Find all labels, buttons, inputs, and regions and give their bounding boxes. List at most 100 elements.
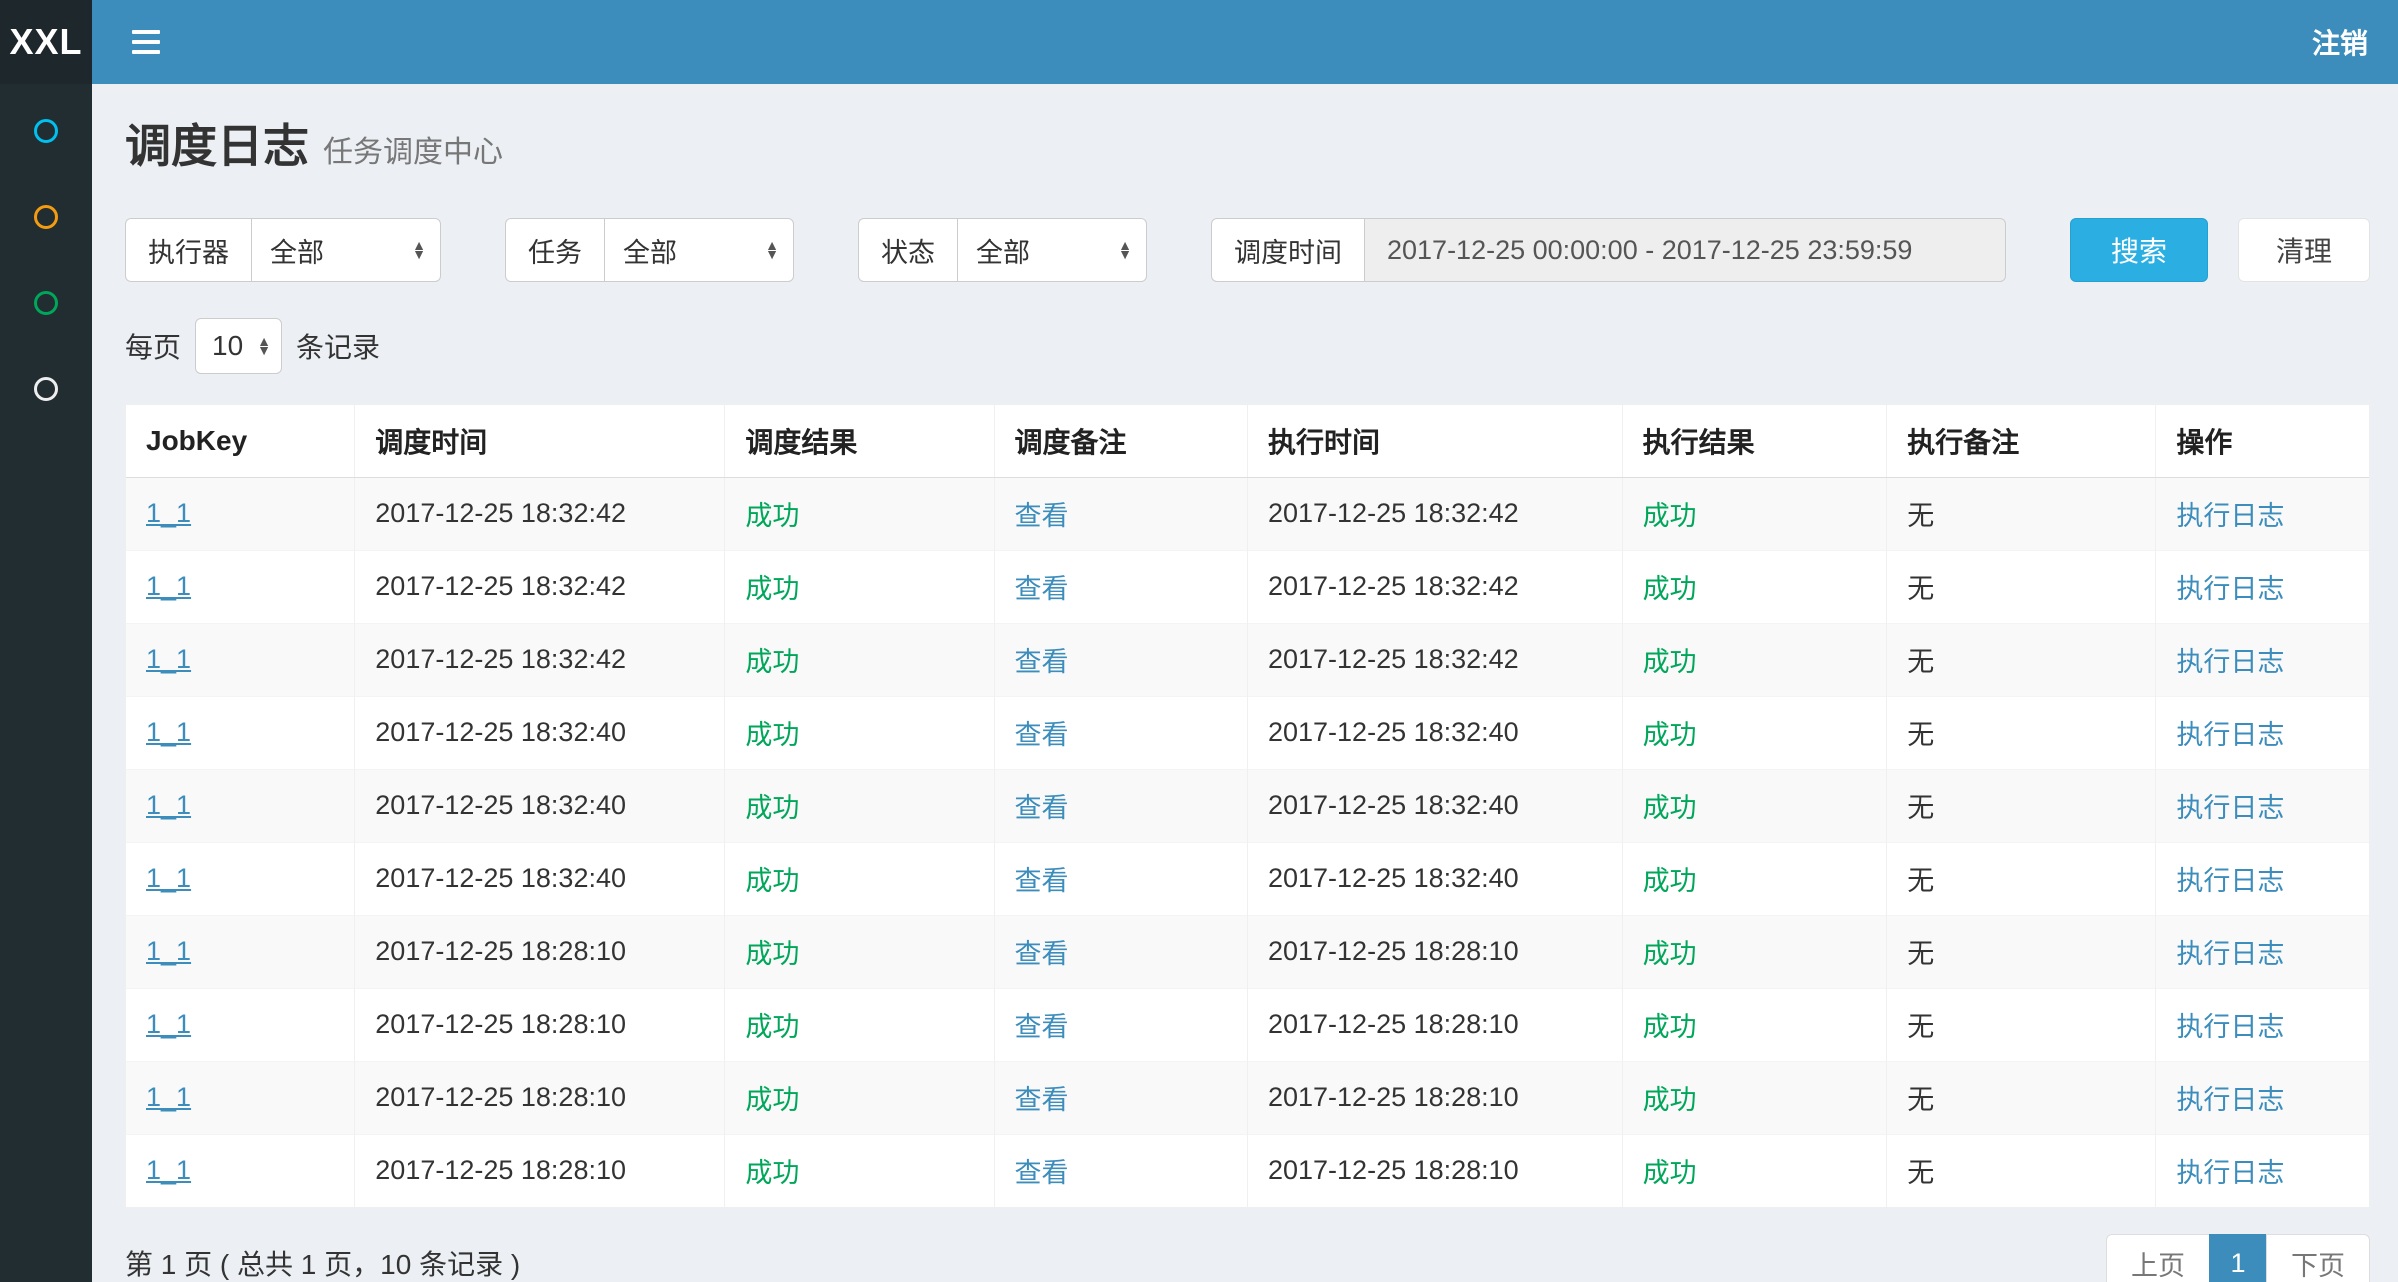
exec-time-cell: 2017-12-25 18:32:40 <box>1268 790 1519 820</box>
schedule-time-label: 调度时间 <box>1211 218 1364 282</box>
schedule-result-cell: 成功 <box>745 501 799 531</box>
sidebar <box>0 84 92 1282</box>
table-row: 1_12017-12-25 18:32:40成功查看2017-12-25 18:… <box>126 842 2369 915</box>
table-row: 1_12017-12-25 18:32:42成功查看2017-12-25 18:… <box>126 550 2369 623</box>
jobkey-link[interactable]: 1_1 <box>146 717 191 747</box>
filter-status: 状态 全部 ▲▼ <box>858 218 1147 282</box>
schedule-remark-link[interactable]: 查看 <box>1015 866 1069 896</box>
sidebar-item-executor-manage[interactable] <box>0 346 92 432</box>
schedule-time-cell: 2017-12-25 18:32:40 <box>375 717 626 747</box>
circle-outline-icon <box>34 377 58 401</box>
schedule-remark-link[interactable]: 查看 <box>1015 1085 1069 1115</box>
prev-page-button[interactable]: 上页 <box>2106 1234 2210 1282</box>
exec-log-link[interactable]: 执行日志 <box>2176 939 2284 969</box>
exec-time-cell: 2017-12-25 18:32:42 <box>1268 571 1519 601</box>
status-label: 状态 <box>858 218 957 282</box>
page-title: 调度日志任务调度中心 <box>125 110 2370 176</box>
schedule-time-range-input[interactable]: 2017-12-25 00:00:00 - 2017-12-25 23:59:5… <box>1364 218 2006 282</box>
schedule-time-cell: 2017-12-25 18:28:10 <box>375 1082 626 1112</box>
column-header: 执行备注 <box>1887 405 2156 477</box>
schedule-result-cell: 成功 <box>745 720 799 750</box>
column-header: 执行结果 <box>1622 405 1887 477</box>
pagination: 上页 1 下页 <box>2106 1234 2370 1282</box>
jobkey-link[interactable]: 1_1 <box>146 936 191 966</box>
page-subtitle: 任务调度中心 <box>323 136 503 169</box>
exec-time-cell: 2017-12-25 18:28:10 <box>1268 1009 1519 1039</box>
page-title-text: 调度日志 <box>125 120 309 172</box>
schedule-remark-link[interactable]: 查看 <box>1015 501 1069 531</box>
executor-select[interactable]: 全部 ▲▼ <box>251 218 441 282</box>
exec-result-cell: 成功 <box>1643 574 1697 604</box>
exec-log-link[interactable]: 执行日志 <box>2176 1085 2284 1115</box>
jobkey-link[interactable]: 1_1 <box>146 498 191 528</box>
exec-remark-cell: 无 <box>1907 501 1934 531</box>
schedule-time-cell: 2017-12-25 18:28:10 <box>375 936 626 966</box>
exec-result-cell: 成功 <box>1643 720 1697 750</box>
exec-log-link[interactable]: 执行日志 <box>2176 793 2284 823</box>
exec-result-cell: 成功 <box>1643 793 1697 823</box>
jobkey-link[interactable]: 1_1 <box>146 571 191 601</box>
exec-log-link[interactable]: 执行日志 <box>2176 1158 2284 1188</box>
exec-log-link[interactable]: 执行日志 <box>2176 574 2284 604</box>
table-row: 1_12017-12-25 18:32:42成功查看2017-12-25 18:… <box>126 477 2369 550</box>
exec-remark-cell: 无 <box>1907 720 1934 750</box>
schedule-remark-link[interactable]: 查看 <box>1015 1158 1069 1188</box>
jobkey-link[interactable]: 1_1 <box>146 644 191 674</box>
schedule-remark-link[interactable]: 查看 <box>1015 793 1069 823</box>
page-size-select[interactable]: 10 ▲▼ <box>195 318 282 374</box>
job-select[interactable]: 全部 ▲▼ <box>604 218 794 282</box>
jobkey-link[interactable]: 1_1 <box>146 1009 191 1039</box>
jobkey-link[interactable]: 1_1 <box>146 1082 191 1112</box>
app-logo[interactable]: XXL <box>0 0 92 84</box>
hamburger-icon <box>132 30 160 34</box>
exec-remark-cell: 无 <box>1907 866 1934 896</box>
schedule-remark-link[interactable]: 查看 <box>1015 574 1069 604</box>
column-header: JobKey <box>126 405 355 477</box>
exec-log-link[interactable]: 执行日志 <box>2176 866 2284 896</box>
schedule-remark-link[interactable]: 查看 <box>1015 720 1069 750</box>
filter-bar: 执行器 全部 ▲▼ 任务 全部 ▲▼ 状态 全部 ▲▼ 调度时间 2017-12… <box>125 218 2370 282</box>
schedule-remark-link[interactable]: 查看 <box>1015 647 1069 677</box>
sidebar-toggle-button[interactable] <box>126 20 166 64</box>
exec-remark-cell: 无 <box>1907 1012 1934 1042</box>
filter-schedule-time: 调度时间 2017-12-25 00:00:00 - 2017-12-25 23… <box>1211 218 2006 282</box>
circle-outline-icon <box>34 119 58 143</box>
jobkey-link[interactable]: 1_1 <box>146 1155 191 1185</box>
exec-log-link[interactable]: 执行日志 <box>2176 647 2284 677</box>
exec-time-cell: 2017-12-25 18:28:10 <box>1268 936 1519 966</box>
sidebar-item-job-log[interactable] <box>0 260 92 346</box>
next-page-button[interactable]: 下页 <box>2266 1234 2370 1282</box>
clear-button[interactable]: 清理 <box>2238 218 2370 282</box>
page-size-suffix: 条记录 <box>296 326 380 366</box>
schedule-time-cell: 2017-12-25 18:32:42 <box>375 644 626 674</box>
exec-remark-cell: 无 <box>1907 793 1934 823</box>
exec-result-cell: 成功 <box>1643 1158 1697 1188</box>
table-row: 1_1 2017-12-25 18:32:40 成功 查看 2017-12-25 18:… <box>126 769 2369 842</box>
current-page-button[interactable]: 1 <box>2209 1234 2267 1282</box>
exec-log-link[interactable]: 执行日志 <box>2176 501 2284 531</box>
job-select-value: 全部 <box>623 231 677 270</box>
app-logo-text: XXL <box>9 21 82 63</box>
column-header: 调度结果 <box>725 405 994 477</box>
status-select[interactable]: 全部 ▲▼ <box>957 218 1147 282</box>
exec-time-cell: 2017-12-25 18:28:10 <box>1268 1155 1519 1185</box>
schedule-time-cell: 2017-12-25 18:28:10 <box>375 1155 626 1185</box>
log-table-panel: JobKey调度时间调度结果调度备注执行时间执行结果执行备注操作 1_12017… <box>125 404 2370 1208</box>
jobkey-link[interactable]: 1_1 <box>146 790 191 820</box>
exec-log-link[interactable]: 执行日志 <box>2176 1012 2284 1042</box>
exec-remark-cell: 无 <box>1907 1158 1934 1188</box>
schedule-remark-link[interactable]: 查看 <box>1015 939 1069 969</box>
schedule-remark-link[interactable]: 查看 <box>1015 1012 1069 1042</box>
sidebar-item-dashboard[interactable] <box>0 88 92 174</box>
schedule-time-cell: 2017-12-25 18:32:40 <box>375 863 626 893</box>
select-arrows-icon: ▲▼ <box>412 241 426 258</box>
schedule-result-cell: 成功 <box>745 1012 799 1042</box>
sidebar-item-job-manage[interactable] <box>0 174 92 260</box>
search-button[interactable]: 搜索 <box>2070 218 2208 282</box>
exec-log-link[interactable]: 执行日志 <box>2176 720 2284 750</box>
logout-link[interactable]: 注销 <box>2312 22 2368 62</box>
main-content: 调度日志任务调度中心 执行器 全部 ▲▼ 任务 全部 ▲▼ 状态 全部 ▲▼ 调… <box>92 0 2398 1282</box>
jobkey-link[interactable]: 1_1 <box>146 863 191 893</box>
table-row: 1_12017-12-25 18:28:10成功查看2017-12-25 18:… <box>126 988 2369 1061</box>
schedule-time-cell: 2017-12-25 18:32:40 <box>375 790 626 820</box>
